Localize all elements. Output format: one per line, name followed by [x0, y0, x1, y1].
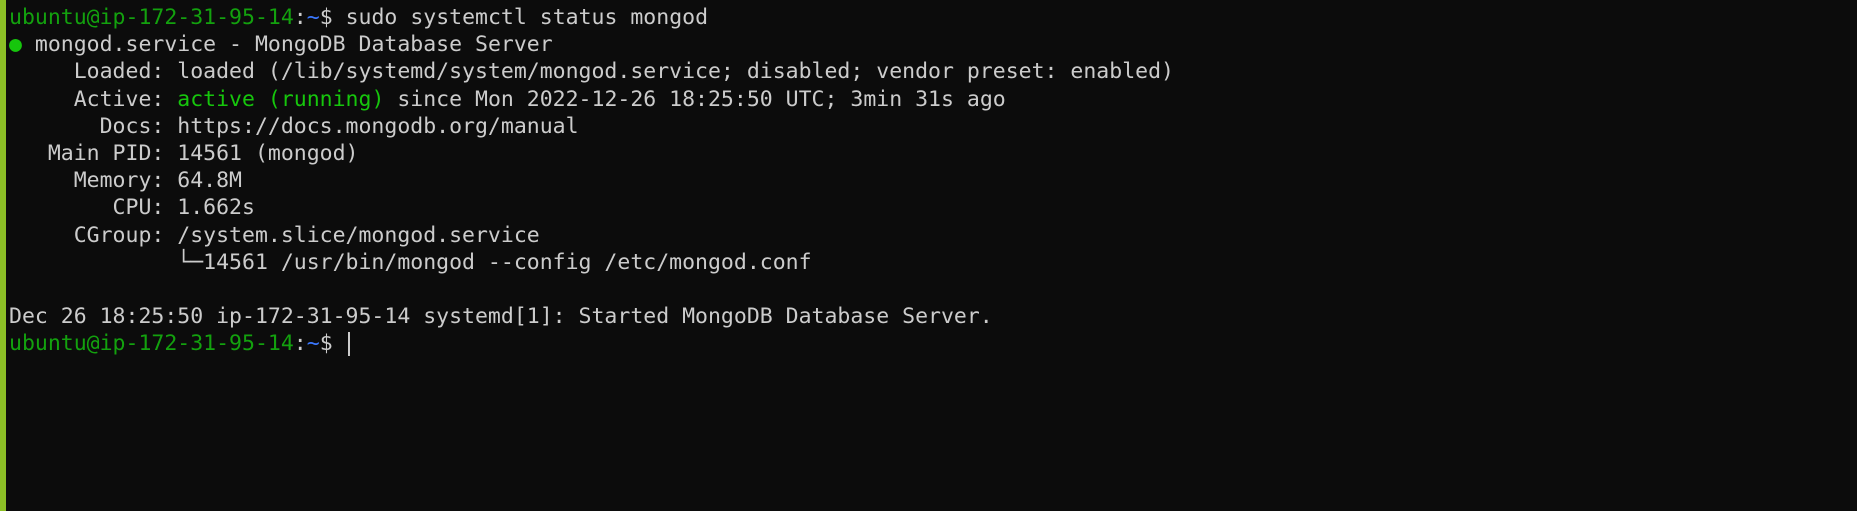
active-state: active (running): [177, 86, 385, 112]
cgroup-line: CGroup: /system.slice/mongod.service: [9, 222, 540, 248]
command-text: sudo systemctl status mongod: [345, 5, 709, 30]
service-header-line: ● mongod.service - MongoDB Database Serv…: [9, 31, 1857, 58]
prompt-path: ~: [306, 331, 320, 357]
prompt-line[interactable]: ubuntu@ip-172-31-95-14:~$: [9, 330, 1857, 357]
log-line: Dec 26 18:25:50 ip-172-31-95-14 systemd[…: [9, 304, 993, 330]
terminal-output[interactable]: ubuntu@ip-172-31-95-14:~$ sudo systemctl…: [9, 4, 1857, 357]
active-since: since Mon 2022-12-26 18:25:50 UTC; 3min …: [384, 86, 1006, 112]
prompt-symbol: $: [319, 331, 333, 357]
prompt-path: ~: [306, 5, 320, 30]
prompt-user-host: ubuntu@ip-172-31-95-14: [9, 5, 294, 30]
status-dot-icon: ●: [9, 32, 22, 58]
service-header: mongod.service - MongoDB Database Server: [21, 32, 553, 58]
memory-line: Memory: 64.8M: [9, 168, 242, 194]
prompt-user-host: ubuntu@ip-172-31-95-14: [9, 331, 294, 357]
prompt-colon: :: [293, 331, 307, 357]
cgroup-child-line: └─14561 /usr/bin/mongod --config /etc/mo…: [9, 249, 812, 275]
cpu-line: CPU: 1.662s: [9, 195, 255, 221]
prompt-colon: :: [293, 5, 307, 30]
docs-line: Docs: https://docs.mongodb.org/manual: [9, 113, 579, 139]
main-pid-line: Main PID: 14561 (mongod): [9, 140, 359, 166]
active-line: Active: active (running) since Mon 2022-…: [9, 86, 1857, 113]
text-cursor: [347, 332, 350, 357]
prompt-symbol: $: [319, 5, 333, 30]
window-accent-bar: [0, 0, 6, 511]
loaded-line: Loaded: loaded (/lib/systemd/system/mong…: [9, 59, 1174, 85]
command-line: ubuntu@ip-172-31-95-14:~$ sudo systemctl…: [9, 4, 1857, 31]
active-label: Active:: [9, 86, 178, 112]
